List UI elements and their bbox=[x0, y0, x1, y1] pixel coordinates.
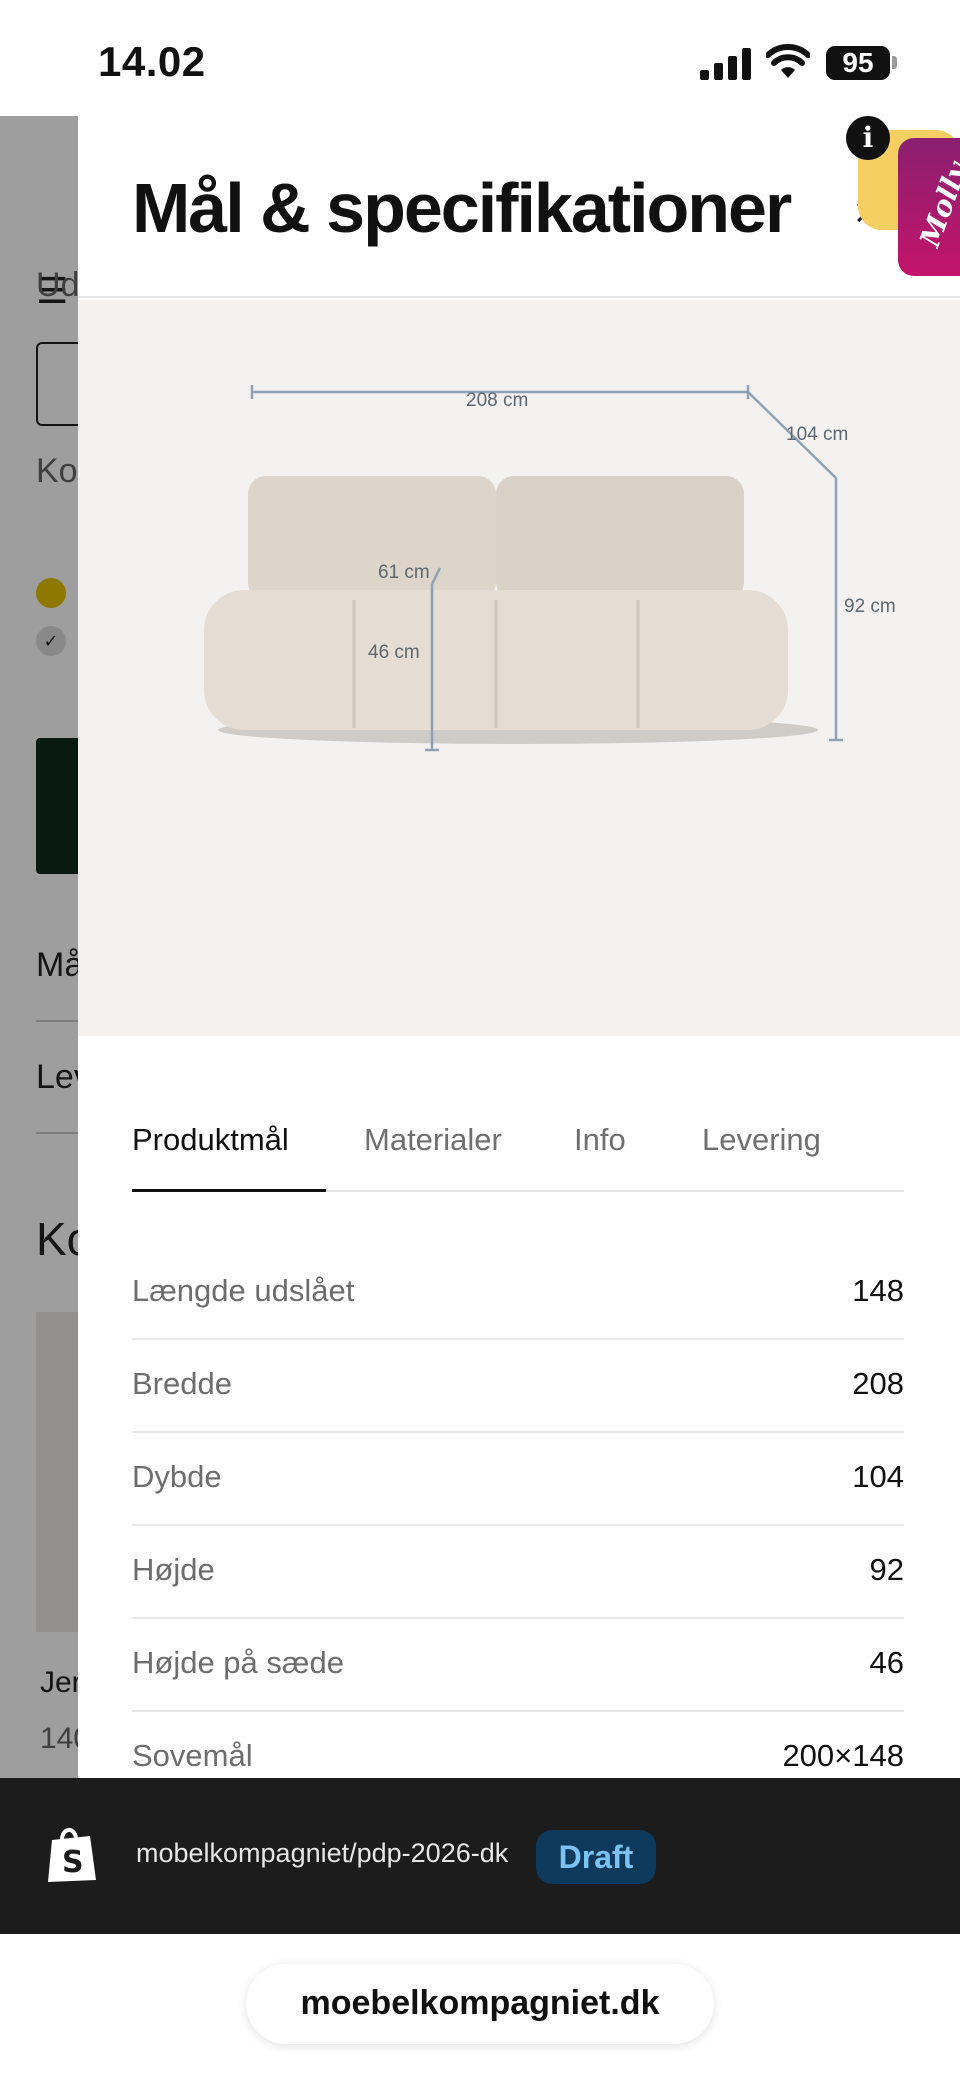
spec-value: 92 bbox=[869, 1552, 904, 1587]
draft-badge: Draft bbox=[536, 1830, 656, 1884]
address-url: moebelkompagniet.dk bbox=[300, 1984, 660, 2022]
dimension-label-seat-height: 46 cm bbox=[368, 642, 420, 663]
spec-value: 46 bbox=[869, 1645, 904, 1680]
shopify-bag-icon: S bbox=[48, 1828, 96, 1882]
info-icon[interactable]: i bbox=[846, 116, 890, 160]
tab-produktmaal[interactable]: Produktmål bbox=[132, 1122, 289, 1158]
molly-chat-tab[interactable]: Molly bbox=[898, 138, 960, 276]
spec-label: Længde udslået bbox=[132, 1273, 355, 1308]
dimension-label-depth: 104 cm bbox=[786, 424, 849, 445]
molly-label: Molly bbox=[913, 157, 960, 252]
wifi-icon bbox=[766, 44, 810, 78]
spec-label: Bredde bbox=[132, 1366, 232, 1401]
tab-levering[interactable]: Levering bbox=[702, 1122, 821, 1158]
spec-value: 104 bbox=[852, 1459, 904, 1494]
sofa-back-cushion-right bbox=[496, 476, 744, 600]
status-bar: 14.02 95 bbox=[0, 0, 960, 116]
dimension-label-seat-depth: 61 cm bbox=[378, 562, 430, 583]
product-dimensions-image: 208 cm 104 cm 92 cm 61 cm 46 cm bbox=[78, 300, 960, 1036]
spec-row: Længde udslået 148 bbox=[132, 1247, 904, 1340]
spec-value: 200×148 bbox=[782, 1738, 904, 1773]
dimension-label-height: 92 cm bbox=[844, 596, 896, 617]
spec-row: Højde på sæde 46 bbox=[132, 1619, 904, 1712]
spec-row: Bredde 208 bbox=[132, 1340, 904, 1433]
battery-nub bbox=[892, 56, 897, 69]
specifications-sheet: Mål & specifikationer × bbox=[78, 116, 960, 1778]
spec-value: 148 bbox=[852, 1273, 904, 1308]
spec-table: Længde udslået 148 Bredde 208 Dybde 104 … bbox=[132, 1247, 904, 1778]
spec-label: Højde bbox=[132, 1552, 215, 1587]
sheet-header: Mål & specifikationer × bbox=[78, 116, 960, 298]
dimension-label-width: 208 cm bbox=[466, 390, 529, 411]
spec-row: Sovemål 200×148 bbox=[132, 1712, 904, 1778]
sheet-title: Mål & specifikationer bbox=[132, 169, 792, 247]
status-time: 14.02 bbox=[98, 38, 206, 85]
spec-tabs: Produktmål Materialer Info Levering bbox=[132, 1116, 904, 1192]
battery-indicator: 95 bbox=[826, 46, 890, 80]
spec-label: Dybde bbox=[132, 1459, 222, 1494]
spec-label: Sovemål bbox=[132, 1738, 253, 1773]
spec-row: Dybde 104 bbox=[132, 1433, 904, 1526]
tab-info[interactable]: Info bbox=[574, 1122, 626, 1158]
active-tab-indicator bbox=[132, 1189, 326, 1192]
tab-materialer[interactable]: Materialer bbox=[364, 1122, 502, 1158]
svg-text:S: S bbox=[62, 1845, 84, 1880]
browser-address-area: moebelkompagniet.dk bbox=[0, 1934, 960, 2078]
cellular-signal-icon bbox=[700, 48, 751, 80]
spec-label: Højde på sæde bbox=[132, 1645, 344, 1680]
address-bar[interactable]: moebelkompagniet.dk bbox=[246, 1964, 714, 2044]
sofa-back-cushion-left bbox=[248, 476, 496, 600]
spec-row: Højde 92 bbox=[132, 1526, 904, 1619]
spec-value: 208 bbox=[852, 1366, 904, 1401]
theme-path: mobelkompagniet/pdp-2026-dk bbox=[136, 1838, 509, 1868]
shopify-preview-bar: S mobelkompagniet/pdp-2026-dk Draft bbox=[0, 1778, 960, 1934]
